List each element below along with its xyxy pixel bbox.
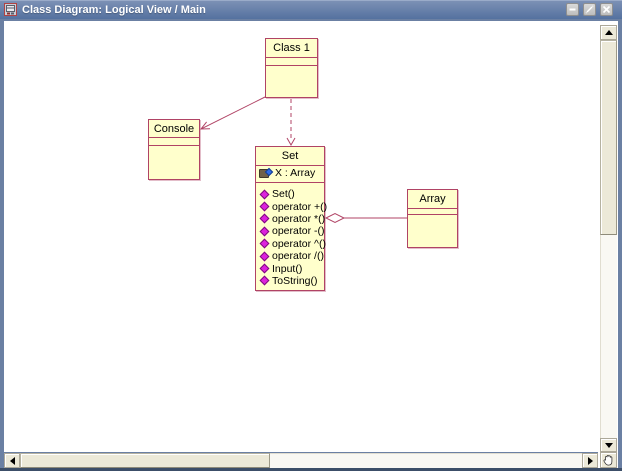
operation-label: operator ^() — [272, 237, 326, 250]
restore-button[interactable] — [583, 3, 596, 16]
hand-pan-icon — [603, 455, 613, 466]
operation-row[interactable]: operator -() — [256, 225, 325, 238]
up-arrow-icon — [604, 30, 613, 35]
minimize-button[interactable] — [566, 3, 579, 16]
title-bar[interactable]: Class Diagram: Logical View / Main — [0, 0, 622, 19]
window-title: Class Diagram: Logical View / Main — [22, 3, 206, 16]
diagram-canvas[interactable]: Class 1 Console Set X : Array Set() oper… — [4, 21, 598, 452]
attributes-compartment — [266, 57, 317, 65]
public-operation-icon — [259, 275, 270, 286]
dependency-class1-set[interactable] — [286, 99, 296, 147]
operations-compartment: Set() operator +() operator *() operator… — [256, 182, 328, 289]
class-diagram-window: Class Diagram: Logical View / Main Class… — [0, 0, 622, 471]
restore-icon — [585, 5, 594, 14]
aggregation-set-array[interactable] — [324, 212, 407, 224]
operation-label: ToString() — [272, 274, 318, 287]
attributes-compartment — [149, 137, 199, 145]
class-box-array[interactable]: Array — [407, 189, 458, 248]
operation-row[interactable]: operator ^() — [256, 237, 326, 250]
right-arrow-icon — [587, 456, 593, 465]
public-operation-icon — [259, 238, 270, 249]
window-controls — [566, 3, 613, 16]
attribute-label: X : Array — [275, 167, 316, 180]
scroll-right-button[interactable] — [582, 453, 598, 468]
operation-label: Input() — [272, 262, 303, 275]
class-diagram-icon — [4, 3, 17, 16]
class-name: Array — [419, 193, 446, 205]
operation-row[interactable]: ToString() — [256, 275, 324, 287]
public-operation-icon — [259, 251, 270, 262]
public-operation-icon — [259, 214, 270, 224]
operation-label: operator -() — [272, 225, 325, 238]
class-box-set[interactable]: Set X : Array Set() operator +() operato… — [255, 146, 328, 291]
attributes-compartment: X : Array — [256, 165, 324, 182]
class-box-console[interactable]: Console — [148, 119, 200, 180]
left-arrow-icon — [9, 456, 15, 465]
pan-corner-button[interactable] — [600, 452, 617, 468]
attribute-icon — [259, 167, 274, 179]
operation-label: operator *() — [272, 212, 326, 225]
operation-label: Set() — [272, 188, 295, 201]
public-operation-icon — [259, 189, 270, 200]
operations-compartment — [266, 65, 317, 97]
association-class1-console[interactable] — [199, 96, 266, 130]
class-box-class1[interactable]: Class 1 — [265, 38, 318, 98]
class-name: Class 1 — [273, 42, 310, 54]
public-operation-icon — [259, 226, 270, 237]
operation-row[interactable]: operator +() — [256, 200, 328, 213]
vertical-scroll-thumb[interactable] — [600, 40, 617, 235]
minimize-icon — [569, 8, 576, 11]
public-operation-icon — [259, 201, 270, 212]
operation-label: operator +() — [272, 200, 328, 213]
scroll-left-button[interactable] — [4, 453, 20, 468]
class-name: Set — [281, 150, 299, 162]
attribute-row[interactable]: X : Array — [256, 167, 324, 179]
operation-row[interactable]: operator *() — [256, 212, 326, 225]
operations-compartment — [408, 214, 457, 247]
operations-compartment — [149, 145, 199, 179]
close-icon — [602, 5, 611, 14]
operation-row[interactable]: Set() — [256, 188, 324, 200]
operation-row[interactable]: operator /() — [256, 250, 324, 262]
horizontal-scroll-thumb[interactable] — [20, 453, 270, 468]
close-button[interactable] — [600, 3, 613, 16]
class-name: Console — [153, 122, 195, 135]
operation-row[interactable]: Input() — [256, 262, 324, 275]
operation-label: operator /() — [272, 250, 324, 263]
scroll-up-button[interactable] — [600, 25, 617, 40]
scroll-down-button[interactable] — [600, 438, 617, 452]
public-operation-icon — [259, 263, 270, 274]
down-arrow-icon — [604, 442, 613, 448]
